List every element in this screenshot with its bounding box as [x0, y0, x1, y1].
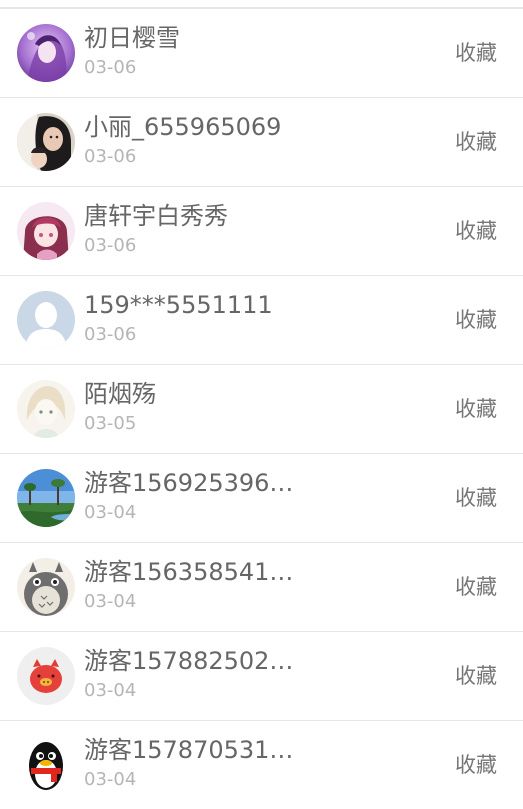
user-date: 03-06: [84, 324, 137, 345]
totoro-avatar[interactable]: [17, 558, 75, 616]
list-item[interactable]: 小丽_655965069 03-06 收藏: [0, 97, 523, 186]
user-name: 唐轩宇白秀秀: [84, 202, 228, 230]
list-item[interactable]: 159***5551111 03-06 收藏: [0, 275, 523, 364]
list-item[interactable]: 游客156925396… 03-04 收藏: [0, 453, 523, 542]
collect-button[interactable]: 收藏: [455, 217, 497, 245]
user-date: 03-05: [84, 413, 137, 434]
user-name: 游客156358541…: [84, 558, 294, 586]
list-item[interactable]: 唐轩宇白秀秀 03-06 收藏: [0, 186, 523, 275]
user-date: 03-06: [84, 146, 137, 167]
user-name: 小丽_655965069: [84, 113, 282, 141]
collect-button[interactable]: 收藏: [455, 484, 497, 512]
collect-button[interactable]: 收藏: [455, 39, 497, 67]
user-name: 游客157870531…: [84, 736, 294, 764]
list-top-divider: [0, 0, 523, 8]
collect-button[interactable]: 收藏: [455, 395, 497, 423]
user-date: 03-06: [84, 57, 137, 78]
user-name: 游客157882502…: [84, 647, 294, 675]
user-name: 游客156925396…: [84, 469, 294, 497]
user-date: 03-04: [84, 502, 137, 523]
default-person-avatar[interactable]: [17, 291, 75, 349]
collect-button[interactable]: 收藏: [455, 306, 497, 334]
list-item[interactable]: 游客157870531… 03-04 收藏: [0, 720, 523, 809]
collect-button[interactable]: 收藏: [455, 751, 497, 779]
user-date: 03-06: [84, 235, 137, 256]
user-list: 初日樱雪 03-06 收藏 小丽_655965069 03-06 收藏 唐轩宇白…: [0, 8, 523, 809]
collect-button[interactable]: 收藏: [455, 662, 497, 690]
user-name: 陌烟殇: [84, 380, 156, 408]
user-name: 初日樱雪: [84, 24, 180, 52]
anime-pink-avatar[interactable]: [17, 202, 75, 260]
user-date: 03-04: [84, 769, 137, 790]
list-item[interactable]: 陌烟殇 03-05 收藏: [0, 364, 523, 453]
anime-sketch-avatar[interactable]: [17, 380, 75, 438]
user-name: 159***5551111: [84, 291, 273, 319]
landscape-photo-avatar[interactable]: [17, 469, 75, 527]
girl-photo-avatar[interactable]: [17, 113, 75, 171]
penguin-avatar[interactable]: [17, 736, 75, 794]
list-item[interactable]: 初日樱雪 03-06 收藏: [0, 8, 523, 97]
collect-button[interactable]: 收藏: [455, 128, 497, 156]
collect-button[interactable]: 收藏: [455, 573, 497, 601]
anime-purple-avatar[interactable]: [17, 24, 75, 82]
red-pig-avatar[interactable]: [17, 647, 75, 705]
list-item[interactable]: 游客156358541… 03-04 收藏: [0, 542, 523, 631]
user-date: 03-04: [84, 591, 137, 612]
user-date: 03-04: [84, 680, 137, 701]
list-item[interactable]: 游客157882502… 03-04 收藏: [0, 631, 523, 720]
